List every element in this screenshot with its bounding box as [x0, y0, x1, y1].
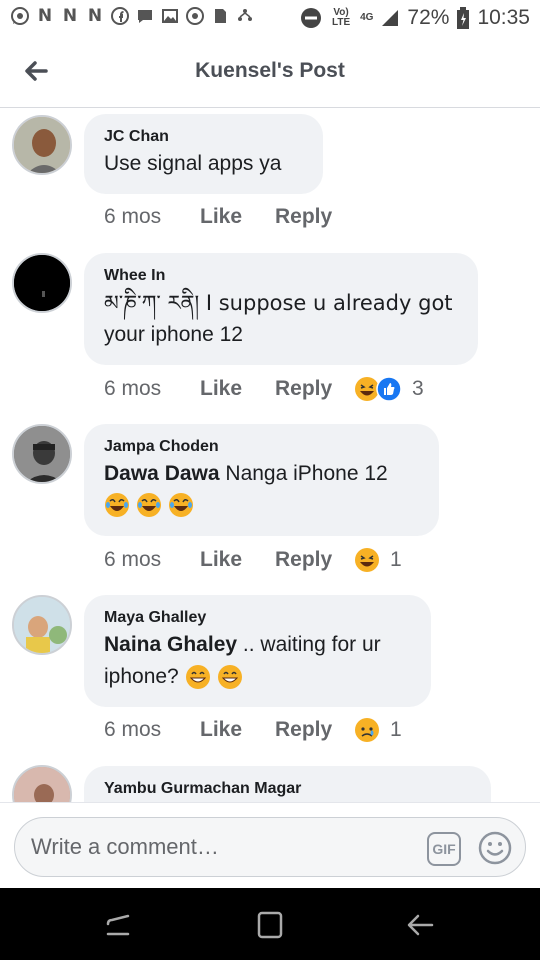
- avatar-photo: [14, 767, 70, 802]
- joy-emoji-icon: [105, 493, 129, 517]
- comment-bubble[interactable]: JC Chan Use signal apps ya: [84, 114, 323, 194]
- emoji-row: [104, 492, 419, 518]
- signal-icon: [382, 10, 399, 26]
- comment-bubble[interactable]: Jampa Choden Dawa Dawa Nanga iPhone 12: [84, 424, 439, 536]
- n-icon: N: [62, 6, 78, 26]
- reply-button[interactable]: Reply: [275, 205, 354, 229]
- clock: 10:35: [477, 6, 530, 29]
- reaction-count: 3: [412, 377, 424, 400]
- gif-button[interactable]: GIF: [427, 832, 461, 866]
- comment-item: Whee In མ་ཎི་ཀ་ རནི། I suppose u already…: [0, 249, 540, 421]
- avatar[interactable]: [12, 424, 72, 484]
- comment-actions: 6 mos Like Reply 1: [104, 547, 402, 573]
- avatar-photo: [14, 426, 70, 482]
- avatar[interactable]: [12, 595, 72, 655]
- n-icon: N: [37, 6, 53, 26]
- comment-bubble[interactable]: Maya Ghalley Naina Ghaley .. waiting for…: [84, 595, 431, 707]
- reply-button[interactable]: Reply: [275, 548, 354, 572]
- like-button[interactable]: Like: [200, 548, 275, 572]
- messenger-icon: [138, 10, 152, 23]
- avatar-photo: [14, 117, 70, 173]
- comment-item: JC Chan Use signal apps ya 6 mos Like Re…: [0, 109, 540, 249]
- comment-author[interactable]: Jampa Choden: [104, 436, 419, 458]
- comment-input[interactable]: Write a comment…: [31, 834, 219, 860]
- battery-icon: [457, 7, 470, 29]
- reaction-count: 1: [390, 718, 402, 741]
- comment-actions: 6 mos Like Reply 3: [104, 376, 424, 402]
- like-button[interactable]: Like: [200, 377, 275, 401]
- whatsapp-icon: [11, 7, 29, 25]
- comment-time[interactable]: 6 mos: [104, 377, 200, 401]
- laughing-emoji-icon: [355, 548, 379, 572]
- recents-button[interactable]: [98, 910, 138, 940]
- comment-author[interactable]: JC Chan: [104, 126, 303, 148]
- comment-time[interactable]: 6 mos: [104, 718, 200, 742]
- camera-icon: [186, 7, 204, 25]
- system-nav-bar: [0, 888, 540, 960]
- like-emoji-icon: [376, 376, 402, 402]
- page-title: Kuensel's Post: [195, 59, 345, 82]
- comment-time[interactable]: 6 mos: [104, 205, 200, 229]
- comment-actions: 6 mos Like Reply 1: [104, 717, 402, 743]
- grin-emoji-icon: [185, 665, 210, 689]
- comment-item: Jampa Choden Dawa Dawa Nanga iPhone 12 6…: [0, 421, 540, 591]
- reaction-summary[interactable]: 3: [354, 376, 424, 402]
- comment-text: Dawa Dawa Nanga iPhone 12: [104, 458, 419, 490]
- home-button[interactable]: [250, 910, 290, 940]
- comment-author[interactable]: Whee In: [104, 265, 458, 287]
- comment-bubble[interactable]: Whee In མ་ཎི་ཀ་ རནི། I suppose u already…: [84, 253, 478, 365]
- comment-time[interactable]: 6 mos: [104, 548, 200, 572]
- comment-bubble[interactable]: Yambu Gurmachan Magar: [84, 766, 491, 802]
- network-icon: [238, 9, 252, 21]
- comment-body: .. waiting for ur: [237, 633, 381, 656]
- sim-icon: [215, 9, 226, 23]
- status-bar: N N N Vo) LTE 4G 72% 10:35: [0, 0, 540, 38]
- mention-link[interactable]: Naina Ghaley: [104, 633, 237, 656]
- volte-indicator: Vo) LTE: [331, 7, 351, 28]
- avatar[interactable]: [12, 115, 72, 175]
- comment-body: Nanga iPhone 12: [219, 462, 388, 485]
- facebook-icon: [111, 7, 129, 25]
- reaction-summary[interactable]: 1: [354, 547, 402, 573]
- gallery-icon: [162, 9, 178, 23]
- comment-body: iphone?: [104, 665, 179, 688]
- battery-percent: 72%: [407, 6, 450, 29]
- grin-emoji-icon: [217, 665, 242, 689]
- comment-actions: 6 mos Like Reply: [104, 205, 354, 229]
- avatar-photo: [14, 255, 70, 311]
- joy-emoji-icon: [137, 493, 161, 517]
- comments-list[interactable]: JC Chan Use signal apps ya 6 mos Like Re…: [0, 109, 540, 802]
- comment-item: Yambu Gurmachan Magar: [0, 763, 540, 802]
- comment-text: Naina Ghaley .. waiting for ur: [104, 629, 411, 661]
- n-icon: N: [87, 6, 103, 26]
- post-header: Kuensel's Post: [0, 38, 540, 108]
- system-icons: Vo) LTE 4G 72% 10:35: [300, 6, 530, 30]
- comment-composer-bar: Write a comment… GIF: [0, 802, 540, 888]
- comment-text: མ་ཎི་ཀ་ རནི། I suppose u already got: [104, 291, 453, 315]
- comment-item: Maya Ghalley Naina Ghaley .. waiting for…: [0, 591, 540, 763]
- comment-composer[interactable]: Write a comment… GIF: [14, 817, 526, 877]
- comment-text: iphone?: [104, 661, 411, 693]
- emoji-picker-icon[interactable]: [477, 830, 513, 866]
- network-type: 4G: [360, 12, 374, 23]
- avatar-photo: [14, 597, 70, 653]
- back-button[interactable]: [402, 910, 442, 940]
- comment-text: Use signal apps ya: [104, 152, 282, 175]
- avatar[interactable]: [12, 253, 72, 313]
- comment-author[interactable]: Maya Ghalley: [104, 607, 411, 629]
- joy-emoji-icon: [169, 493, 193, 517]
- avatar[interactable]: [12, 765, 72, 802]
- dnd-icon: [301, 8, 322, 28]
- reply-button[interactable]: Reply: [275, 718, 354, 742]
- notification-icons: N N N: [10, 6, 255, 26]
- like-button[interactable]: Like: [200, 718, 275, 742]
- comment-author[interactable]: Yambu Gurmachan Magar: [104, 778, 471, 800]
- like-button[interactable]: Like: [200, 205, 275, 229]
- reaction-summary[interactable]: 1: [354, 717, 402, 743]
- sad-emoji-icon: [355, 718, 379, 742]
- mention-link[interactable]: Dawa Dawa: [104, 462, 220, 485]
- comment-text: your iphone 12: [104, 323, 243, 346]
- reaction-count: 1: [390, 548, 402, 571]
- reply-button[interactable]: Reply: [275, 377, 354, 401]
